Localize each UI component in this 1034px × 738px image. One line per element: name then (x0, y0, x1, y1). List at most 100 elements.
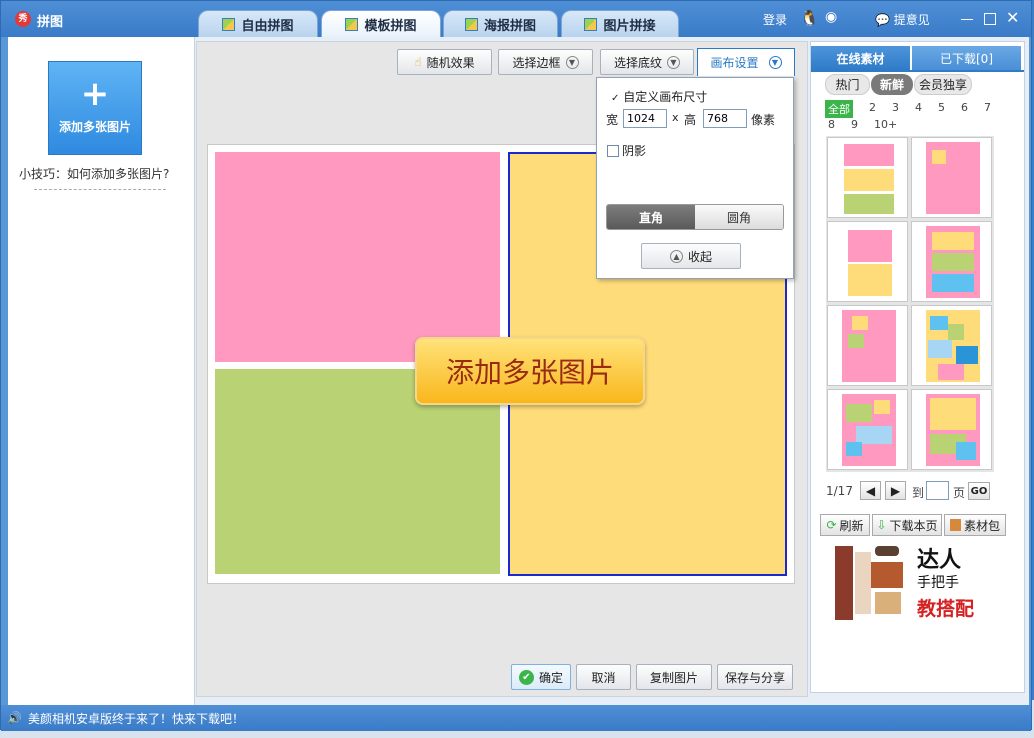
refresh-icon: ⟳ (826, 518, 837, 532)
select-texture-label: 选择底纹 (613, 55, 662, 70)
feedback-link[interactable]: 💬 提意见 (875, 11, 930, 28)
add-images-center-button[interactable]: 添加多张图片 (415, 337, 645, 405)
canvas-settings-button[interactable]: 画布设置 ▼ (697, 48, 795, 76)
count-filter-all[interactable]: 全部 (825, 100, 853, 118)
confirm-button[interactable]: ✔ 确定 (511, 664, 571, 690)
weibo-icon[interactable]: ◉ (825, 9, 837, 25)
add-images-label: 添加多张图片 (58, 120, 131, 134)
page-indicator: 1/17 (826, 484, 853, 498)
tip-link[interactable]: 小技巧：如何添加多张图片? (19, 165, 169, 182)
tab-image-stitch[interactable]: 图片拼接 (561, 10, 679, 37)
count-filter[interactable]: 2 (869, 101, 876, 114)
material-panel: 在线素材 已下载[0] 热门 新鲜 会员独享 全部 2 3 4 5 6 7 8 … (810, 41, 1025, 693)
filter-vip[interactable]: 会员独享 (914, 74, 972, 95)
image-stitch-icon (584, 17, 598, 31)
random-effect-button[interactable]: ☝ 随机效果 (397, 49, 492, 75)
custom-size-label: 自定义画布尺寸 (623, 90, 708, 104)
custom-size-option[interactable]: ✓ 自定义画布尺寸 (611, 88, 707, 105)
template-thumbnail[interactable] (827, 221, 908, 302)
ad-top-image (871, 562, 903, 588)
save-share-button[interactable]: 保存与分享 (717, 664, 793, 690)
count-filter[interactable]: 8 (828, 118, 835, 131)
next-page-button[interactable]: ▶ (885, 481, 906, 500)
shadow-option[interactable]: 阴影 (607, 142, 646, 159)
tab-label: 海报拼图 (483, 18, 536, 34)
divider (34, 189, 166, 190)
confirm-label: 确定 (538, 670, 563, 685)
count-filter[interactable]: 10+ (874, 118, 897, 131)
tab-label: 模板拼图 (364, 19, 417, 34)
tab-free-collage[interactable]: 自由拼图 (198, 10, 318, 37)
maximize-icon[interactable] (984, 13, 996, 25)
prev-page-button[interactable]: ◀ (860, 481, 881, 500)
collage-cell-pink[interactable] (215, 152, 500, 362)
template-thumbnail[interactable] (911, 221, 992, 302)
collapse-button[interactable]: ▲ 收起 (641, 243, 741, 269)
select-border-button[interactable]: 选择边框 ▼ (498, 49, 593, 75)
canvas-settings-popup: ✓ 自定义画布尺寸 宽 x 高 像素 阴影 直角 圆角 ▲ 收起 (596, 77, 794, 279)
tab-downloaded[interactable]: 已下载[0] (912, 46, 1021, 70)
go-button[interactable]: GO (968, 482, 990, 500)
feedback-label: 提意见 (893, 13, 930, 27)
template-thumbnail[interactable] (911, 389, 992, 470)
count-filter[interactable]: 7 (984, 101, 991, 114)
count-filter[interactable]: 4 (915, 101, 922, 114)
ad-coat-image (835, 546, 853, 620)
count-filter[interactable]: 3 (892, 101, 899, 114)
page-number-input[interactable] (926, 481, 949, 500)
qq-icon[interactable]: 🐧 (800, 9, 819, 27)
tab-label: 自由拼图 (241, 18, 294, 34)
material-pack-button[interactable]: 素材包 (944, 514, 1006, 536)
tab-template-collage[interactable]: 模板拼图 (321, 10, 441, 38)
select-texture-button[interactable]: 选择底纹 ▼ (600, 49, 694, 75)
ad-dress-image (855, 552, 871, 614)
add-images-button[interactable]: + 添加多张图片 (48, 61, 142, 155)
filter-new[interactable]: 新鲜 (871, 74, 913, 95)
select-border-label: 选择边框 (512, 55, 561, 70)
ad-glasses-image (875, 546, 899, 556)
status-message[interactable]: 美颜相机安卓版终于来了！快来下载吧！ (28, 710, 244, 727)
tab-poster-collage[interactable]: 海报拼图 (443, 10, 558, 37)
download-arrow-icon: ⇩ (876, 518, 887, 532)
ad-subtitle: 手把手 (917, 575, 959, 591)
title-bar: 秀 拼图 自由拼图 模板拼图 海报拼图 图片拼接 登录 🐧 ◉ 💬 提意见 ✕ (1, 1, 1031, 38)
speaker-icon: 🔊 (7, 711, 22, 725)
count-filter[interactable]: 9 (851, 118, 858, 131)
refresh-label: 刷新 (839, 518, 864, 533)
left-pane: + 添加多张图片 小技巧：如何添加多张图片? (8, 37, 195, 705)
minimize-icon[interactable] (961, 19, 973, 20)
ad-tagline: 教搭配 (917, 598, 975, 620)
fashion-ad-banner[interactable]: 达人 手把手 教搭配 (825, 542, 1015, 626)
canvas-height-input[interactable] (703, 109, 747, 128)
template-thumbnail[interactable] (827, 137, 908, 218)
refresh-button[interactable]: ⟳ 刷新 (820, 514, 870, 536)
canvas-width-input[interactable] (623, 109, 667, 128)
template-thumbnail[interactable] (827, 389, 908, 470)
template-thumbnail[interactable] (911, 305, 992, 386)
download-page-button[interactable]: ⇩ 下载本页 (872, 514, 942, 536)
corner-square-option[interactable]: 直角 (607, 205, 695, 229)
count-filter[interactable]: 6 (961, 101, 968, 114)
tab-online-material[interactable]: 在线素材 (811, 46, 910, 70)
check-mark-icon: ✓ (611, 93, 620, 104)
package-icon (949, 519, 961, 531)
login-link[interactable]: 登录 (763, 11, 787, 28)
copy-image-button[interactable]: 复制图片 (636, 664, 712, 690)
shadow-checkbox[interactable] (607, 144, 619, 157)
close-icon[interactable]: ✕ (1006, 8, 1019, 27)
cancel-button[interactable]: 取消 (576, 664, 631, 690)
ad-bag-image (875, 592, 901, 614)
chevron-up-icon: ▲ (669, 249, 683, 263)
status-bar: 🔊 美颜相机安卓版终于来了！快来下载吧！ (1, 705, 1031, 731)
corner-style-toggle[interactable]: 直角 圆角 (606, 204, 784, 230)
app-title: 拼图 (37, 15, 64, 30)
filter-hot[interactable]: 热门 (825, 74, 870, 95)
count-filter[interactable]: 5 (938, 101, 945, 114)
chevron-down-icon: ▼ (667, 55, 680, 69)
template-thumbnail[interactable] (911, 137, 992, 218)
goto-label: 到 (912, 486, 925, 500)
corner-round-option[interactable]: 圆角 (695, 205, 783, 229)
template-thumbnail[interactable] (827, 305, 908, 386)
canvas-settings-label: 画布设置 (710, 56, 759, 70)
ad-title: 达人 (917, 548, 962, 573)
